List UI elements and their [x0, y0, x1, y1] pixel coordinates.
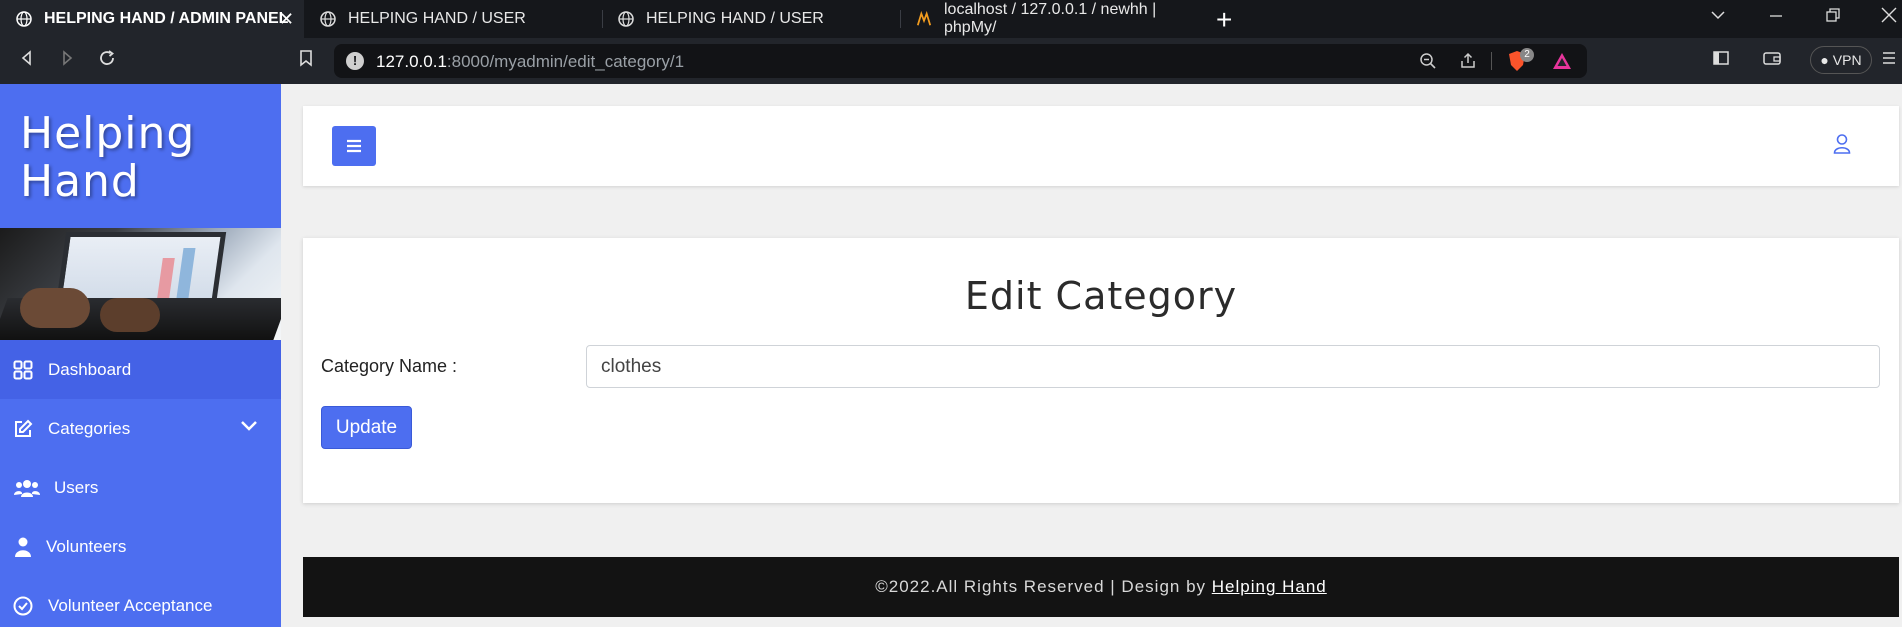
globe-icon [16, 11, 32, 27]
tab-title: HELPING HAND / ADMIN PANEL [44, 10, 289, 27]
footer-text: ©2022.All Rights Reserved | Design by [875, 577, 1212, 596]
sidebar-item-volunteers[interactable]: Volunteers [0, 517, 281, 576]
sidebar-item-volunteer-acceptance[interactable]: Volunteer Acceptance [0, 576, 281, 627]
address-bar[interactable]: ! 127.0.0.1:8000/myadmin/edit_category/1… [334, 44, 1587, 78]
browser-tab-user[interactable]: HELPING HAND / USER [304, 0, 602, 38]
url-text: 127.0.0.1:8000/myadmin/edit_category/1 [376, 52, 685, 71]
brave-rewards-icon[interactable] [1551, 51, 1573, 76]
update-button[interactable]: Update [321, 406, 412, 449]
edit-category-card: Edit Category Category Name : Update [303, 238, 1899, 503]
tab-title: HELPING HAND / USER [348, 10, 526, 27]
brave-shield-icon[interactable]: 2 [1507, 48, 1534, 72]
footer-link[interactable]: Helping Hand [1212, 577, 1327, 596]
browser-tab-phpmyadmin[interactable]: localhost / 127.0.0.1 / newhh | phpMy/ [900, 0, 1200, 38]
chevron-down-icon[interactable] [1710, 6, 1726, 29]
sidebar-toggle-button[interactable] [332, 126, 376, 166]
globe-icon [320, 11, 336, 27]
sidebar-item-label: Dashboard [48, 359, 132, 379]
tab-title: localhost / 127.0.0.1 / newhh | phpMy/ [944, 1, 1157, 36]
new-tab-icon[interactable]: + [1216, 4, 1232, 36]
tab-title: HELPING HAND / USER [646, 10, 824, 27]
brave-badge: 2 [1520, 48, 1534, 62]
sidebar-toggle-icon[interactable] [1712, 49, 1730, 73]
vpn-button[interactable]: ● VPN [1810, 46, 1872, 74]
site-info-icon[interactable]: ! [346, 52, 364, 70]
phpmyadmin-icon [916, 11, 932, 27]
bookmark-icon[interactable] [298, 49, 314, 73]
sidebar-item-dashboard[interactable]: Dashboard [0, 340, 281, 399]
sidebar-item-label: Users [54, 477, 99, 497]
top-header [303, 106, 1899, 186]
restore-icon[interactable] [1825, 6, 1841, 29]
close-window-icon[interactable] [1880, 6, 1898, 30]
sidebar-item-label: Volunteer Acceptance [48, 595, 213, 615]
minimize-icon[interactable] [1768, 6, 1784, 29]
sidebar-item-label: Volunteers [46, 536, 127, 556]
footer: ©2022.All Rights Reserved | Design by He… [303, 557, 1899, 617]
close-icon[interactable]: ✕ [279, 9, 294, 30]
browser-tab-bar: HELPING HAND / ADMIN PANEL ✕ HELPING HAN… [0, 0, 1902, 38]
users-icon [12, 477, 42, 499]
brand-line-2: Hand [20, 156, 140, 207]
sidebar-item-label: Categories [48, 418, 131, 438]
address-divider [1491, 52, 1492, 70]
sidebar-hero-image [0, 228, 281, 340]
forward-icon[interactable] [58, 49, 76, 73]
brand-logo[interactable]: Helping Hand [0, 84, 281, 228]
chevron-down-icon[interactable] [240, 418, 258, 438]
brand-line-1: Helping [20, 108, 196, 159]
dashboard-icon [12, 359, 34, 381]
browser-tab-admin-panel[interactable]: HELPING HAND / ADMIN PANEL ✕ [0, 0, 304, 38]
browser-nav-bar: ! 127.0.0.1:8000/myadmin/edit_category/1… [0, 38, 1902, 84]
sidebar-item-users[interactable]: Users [0, 458, 281, 517]
user-profile-icon[interactable] [1833, 134, 1851, 159]
hamburger-icon [347, 139, 361, 153]
browser-tab-user-2[interactable]: HELPING HAND / USER [602, 0, 900, 38]
category-name-label: Category Name : [321, 356, 458, 376]
menu-icon[interactable] [1880, 49, 1898, 73]
page-title: Edit Category [964, 274, 1238, 318]
back-icon[interactable] [18, 49, 36, 73]
check-circle-icon [12, 595, 34, 617]
category-name-input[interactable] [586, 345, 1880, 388]
user-icon [12, 536, 34, 558]
wallet-icon[interactable] [1762, 49, 1782, 73]
sidebar-menu: Dashboard Categories Users Volunteers Vo… [0, 340, 281, 627]
globe-icon [618, 11, 634, 27]
admin-sidebar: Helping Hand Dashboard Categories Users … [0, 84, 281, 627]
edit-icon [12, 418, 34, 440]
sidebar-item-categories[interactable]: Categories [0, 399, 281, 458]
reload-icon[interactable] [98, 49, 116, 73]
share-icon[interactable] [1459, 52, 1477, 75]
zoom-icon[interactable] [1419, 52, 1437, 75]
